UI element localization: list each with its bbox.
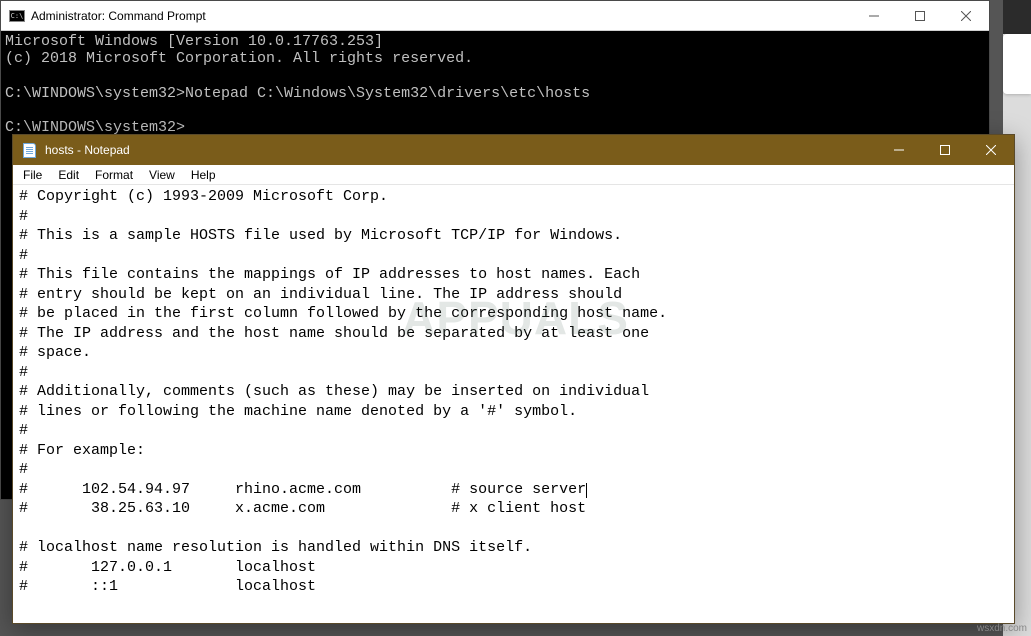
text-caret [586,483,587,498]
cmd-close-button[interactable] [943,1,989,30]
notepad-window: hosts - Notepad File Edit Format View He… [12,134,1015,624]
notepad-window-title: hosts - Notepad [45,143,876,157]
menu-help[interactable]: Help [183,166,224,184]
notepad-close-button[interactable] [968,135,1014,165]
menu-view[interactable]: View [141,166,183,184]
menu-file[interactable]: File [15,166,50,184]
maximize-icon [940,145,950,155]
hosts-file-content-part2: # 38.25.63.10 x.acme.com # x client host… [19,500,586,595]
notepad-maximize-button[interactable] [922,135,968,165]
cmd-window-controls [851,1,989,30]
menu-edit[interactable]: Edit [50,166,87,184]
notepad-text-area[interactable]: # Copyright (c) 1993-2009 Microsoft Corp… [13,185,1014,599]
cmd-app-icon: C:\ [9,10,25,22]
cmd-line: (c) 2018 Microsoft Corporation. All righ… [5,50,473,67]
close-icon [961,11,971,21]
cmd-maximize-button[interactable] [897,1,943,30]
minimize-icon [894,145,904,155]
notepad-titlebar[interactable]: hosts - Notepad [13,135,1014,165]
cmd-terminal-output[interactable]: Microsoft Windows [Version 10.0.17763.25… [1,31,989,139]
notepad-window-controls [876,135,1014,165]
cmd-minimize-button[interactable] [851,1,897,30]
watermark-credit: wsxdn.com [977,623,1027,634]
menu-format[interactable]: Format [87,166,141,184]
cmd-window-title: Administrator: Command Prompt [31,9,851,23]
notepad-minimize-button[interactable] [876,135,922,165]
notepad-menubar: File Edit Format View Help [13,165,1014,185]
hosts-file-content-part1: # Copyright (c) 1993-2009 Microsoft Corp… [19,188,667,498]
maximize-icon [915,11,925,21]
browser-page-fragment [1003,34,1031,94]
close-icon [986,145,996,155]
minimize-icon [869,11,879,21]
browser-tab-strip-fragment [1003,0,1031,34]
cmd-line: Microsoft Windows [Version 10.0.17763.25… [5,33,383,50]
cmd-line: C:\WINDOWS\system32>Notepad C:\Windows\S… [5,85,590,102]
notepad-app-icon [23,142,39,158]
cmd-titlebar[interactable]: C:\ Administrator: Command Prompt [1,1,989,31]
